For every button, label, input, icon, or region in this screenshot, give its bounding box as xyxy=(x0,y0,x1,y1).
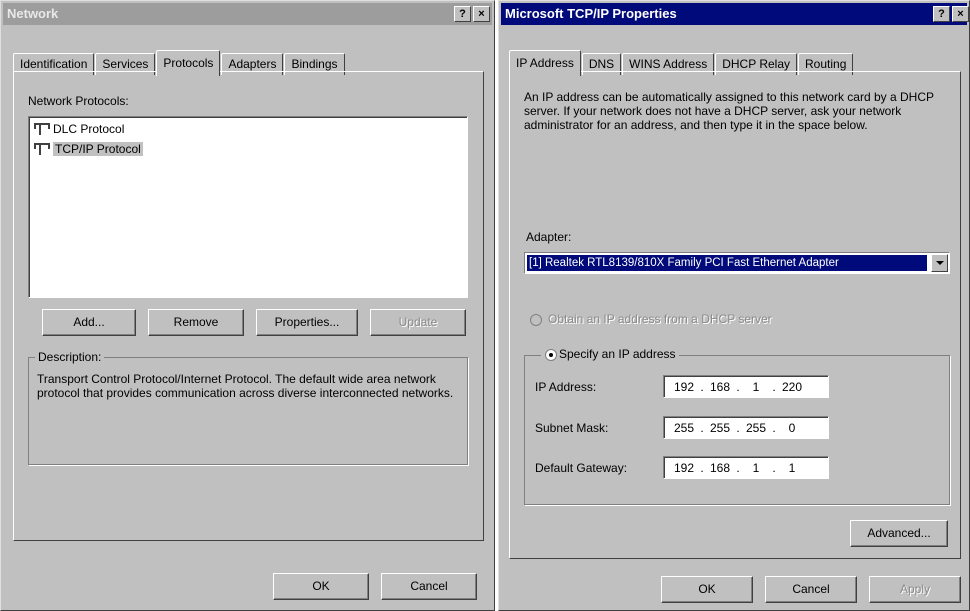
protocols-panel: Network Protocols: DLC Protocol TCP/IP P… xyxy=(13,71,484,541)
tcpip-titlebar[interactable]: Microsoft TCP/IP Properties ? × xyxy=(501,3,969,25)
default-gateway-label: Default Gateway: xyxy=(535,461,628,475)
intro-text: An IP address can be automatically assig… xyxy=(524,90,934,132)
ok-button[interactable]: OK xyxy=(273,573,369,600)
gateway-octet: 168 xyxy=(709,460,731,475)
tab-protocols[interactable]: Protocols xyxy=(156,50,221,76)
add-button[interactable]: Add... xyxy=(42,309,136,336)
ip-octet: 1 xyxy=(752,379,760,394)
remove-button[interactable]: Remove xyxy=(148,309,244,336)
subnet-octet: 255 xyxy=(673,420,695,435)
default-gateway-field[interactable]: 192. 168. 1. 1 xyxy=(663,456,829,479)
gateway-octet: 1 xyxy=(752,460,760,475)
protocol-name: TCP/IP Protocol xyxy=(53,142,143,156)
cancel-button[interactable]: Cancel xyxy=(381,573,477,600)
cancel-button[interactable]: Cancel xyxy=(765,576,857,603)
subnet-octet: 255 xyxy=(709,420,731,435)
specify-ip-radio-label: Specify an IP address xyxy=(541,347,679,361)
gateway-octet: 1 xyxy=(788,460,796,475)
subnet-octet: 255 xyxy=(745,420,767,435)
ip-octet: 220 xyxy=(781,379,803,394)
protocols-list[interactable]: DLC Protocol TCP/IP Protocol xyxy=(28,116,468,298)
network-protocol-icon xyxy=(33,143,50,155)
subnet-mask-field[interactable]: 255. 255. 255. 0 xyxy=(663,416,829,439)
adapter-select[interactable]: [1] Realtek RTL8139/810X Family PCI Fast… xyxy=(524,252,950,274)
tcpip-title: Microsoft TCP/IP Properties xyxy=(505,6,677,21)
subnet-octet: 0 xyxy=(788,420,796,435)
close-button[interactable]: × xyxy=(473,6,490,22)
description-group: Description: Transport Control Protocol/… xyxy=(28,350,468,465)
network-title: Network xyxy=(7,6,59,21)
ip-address-field[interactable]: 192. 168. 1. 220 xyxy=(663,375,829,398)
description-title: Description: xyxy=(35,350,105,364)
adapter-value: [1] Realtek RTL8139/810X Family PCI Fast… xyxy=(527,255,927,271)
specify-ip-group: Specify an IP address IP Address: 192. 1… xyxy=(524,347,950,505)
dhcp-radio-label: Obtain an IP address from a DHCP server xyxy=(548,312,772,326)
update-button[interactable]: Update xyxy=(370,309,466,336)
list-item-dlc[interactable]: DLC Protocol xyxy=(33,120,124,138)
subnet-mask-label: Subnet Mask: xyxy=(535,421,609,435)
ip-octet: 192 xyxy=(673,379,695,394)
network-protocol-icon xyxy=(33,123,50,135)
properties-button[interactable]: Properties... xyxy=(256,309,358,336)
gateway-octet: 192 xyxy=(673,460,695,475)
tcpip-properties-window: Microsoft TCP/IP Properties ? × IP Addre… xyxy=(498,0,970,611)
adapter-label: Adapter: xyxy=(526,230,572,244)
list-item-tcpip[interactable]: TCP/IP Protocol xyxy=(33,140,143,158)
advanced-button[interactable]: Advanced... xyxy=(850,520,948,547)
tab-ip-address[interactable]: IP Address xyxy=(509,50,581,76)
help-button[interactable]: ? xyxy=(454,6,471,22)
chevron-down-icon[interactable] xyxy=(931,254,948,272)
network-titlebar[interactable]: Network ? × xyxy=(3,3,492,25)
ok-button[interactable]: OK xyxy=(661,576,753,603)
specify-ip-radio[interactable] xyxy=(545,349,557,361)
ip-address-panel: An IP address can be automatically assig… xyxy=(509,71,961,559)
dhcp-radio[interactable] xyxy=(530,314,542,326)
help-button[interactable]: ? xyxy=(933,6,950,22)
network-protocols-label: Network Protocols: xyxy=(28,94,129,108)
apply-button[interactable]: Apply xyxy=(869,576,961,603)
network-window: Network ? × Identification Services Prot… xyxy=(0,0,495,611)
ip-address-label: IP Address: xyxy=(535,380,597,394)
description-text: Transport Control Protocol/Internet Prot… xyxy=(37,372,454,400)
ip-octet: 168 xyxy=(709,379,731,394)
protocol-name: DLC Protocol xyxy=(53,122,125,136)
close-button[interactable]: × xyxy=(952,6,969,22)
